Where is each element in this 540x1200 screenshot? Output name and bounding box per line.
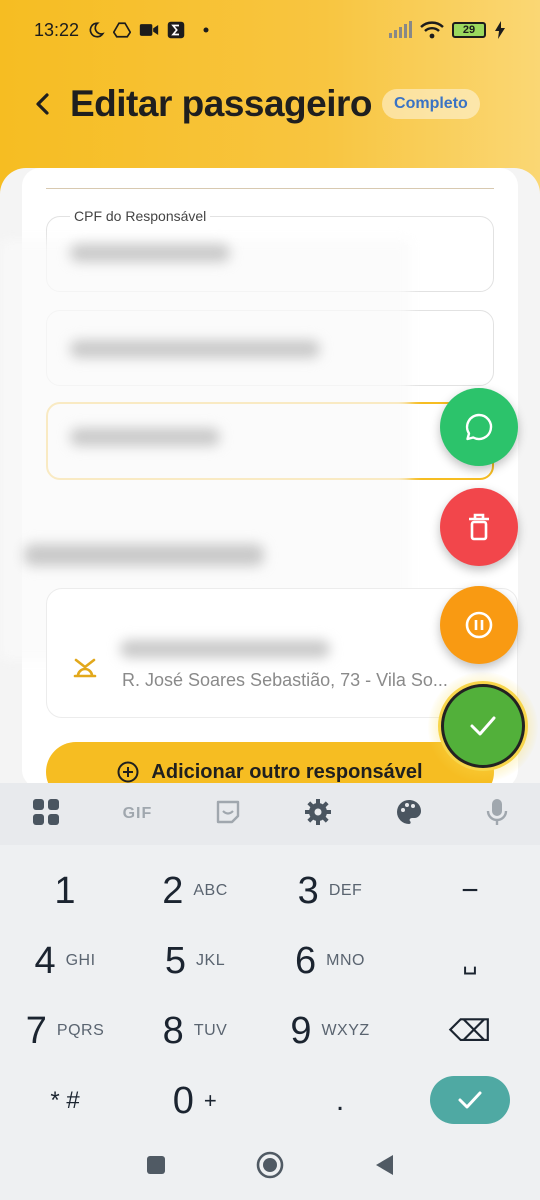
gif-button[interactable]: GIF (123, 805, 153, 823)
check-icon (458, 1091, 482, 1109)
page-title: Editar passageiro (70, 83, 373, 124)
sigma-icon (167, 21, 185, 39)
trash-icon (469, 513, 489, 541)
save-button[interactable] (441, 684, 525, 768)
video-icon (139, 22, 159, 38)
key-8[interactable]: 8 TUV (130, 998, 260, 1064)
key-5[interactable]: 5 JKL (130, 928, 260, 994)
chevron-left-icon (36, 93, 49, 115)
key-4[interactable]: 4 GHI (0, 928, 130, 994)
check-icon (470, 716, 496, 736)
mic-icon[interactable] (486, 798, 508, 831)
key-dot[interactable]: . (275, 1068, 405, 1134)
palette-icon[interactable] (395, 798, 423, 831)
blurred-text (70, 428, 220, 446)
apps-icon[interactable] (32, 798, 60, 831)
key-9[interactable]: 9 WXYZ (265, 998, 395, 1064)
battery-icon: 29 (452, 22, 486, 38)
back-icon[interactable] (374, 1154, 394, 1181)
pause-icon (465, 611, 493, 639)
key-1[interactable]: 1 (0, 858, 130, 924)
signal-icon (388, 21, 412, 39)
status-badge: Completo (382, 89, 480, 119)
blurred-text (24, 544, 264, 566)
keyboard-toolbar: GIF (0, 783, 540, 845)
dot-icon (203, 27, 209, 33)
address-text: R. José Soares Sebastião, 73 - Vila So..… (122, 670, 448, 690)
pause-button[interactable] (440, 586, 518, 664)
wifi-icon (420, 21, 444, 39)
charging-icon (494, 21, 506, 39)
key-backspace[interactable]: ⌫ (405, 998, 535, 1064)
back-button[interactable] (24, 84, 60, 124)
blurred-text (70, 340, 320, 358)
key-3[interactable]: 3 DEF (265, 858, 395, 924)
whatsapp-button[interactable] (440, 388, 518, 466)
key-0[interactable]: 0 + (130, 1068, 260, 1134)
key-symbols[interactable]: * # (0, 1068, 130, 1134)
status-bar: 13:22 29 (0, 0, 540, 60)
plus-circle-icon (117, 761, 139, 783)
blurred-text (70, 244, 230, 262)
key-2[interactable]: 2 ABC (130, 858, 260, 924)
key-space[interactable]: ␣ (405, 928, 535, 994)
drive-icon (113, 21, 132, 39)
settings-icon[interactable] (304, 798, 332, 831)
add-responsavel-label: Adicionar outro responsável (151, 760, 423, 783)
home-icon[interactable] (256, 1151, 284, 1184)
sticker-icon[interactable] (215, 799, 241, 830)
status-time: 13:22 (34, 19, 80, 40)
key-7[interactable]: 7 PQRS (0, 998, 130, 1064)
pickup-location-icon (72, 656, 98, 685)
key-minus[interactable]: − (405, 858, 535, 924)
recents-icon[interactable] (146, 1155, 166, 1180)
keyboard-done-button[interactable] (430, 1076, 510, 1124)
section-divider (46, 188, 494, 189)
system-nav-bar (0, 1135, 540, 1200)
key-6[interactable]: 6 MNO (265, 928, 395, 994)
title-row: Editar passageiro Completo (24, 76, 480, 132)
whatsapp-icon (465, 413, 493, 441)
cpf-responsavel-label: CPF do Responsável (70, 208, 211, 224)
delete-button[interactable] (440, 488, 518, 566)
blurred-text (120, 640, 330, 658)
moon-icon (87, 21, 105, 39)
